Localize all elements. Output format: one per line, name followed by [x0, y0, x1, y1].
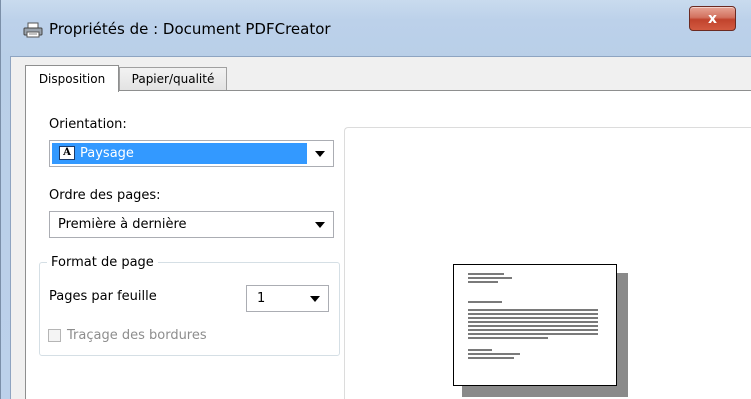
- preview-text-line: [468, 325, 598, 327]
- preview-text-line: [468, 281, 498, 283]
- preview-text-line: [468, 349, 492, 351]
- preview-text-line: [468, 321, 598, 323]
- preview-text-line: [468, 301, 502, 303]
- pages-per-sheet-value: 1: [257, 291, 266, 306]
- close-button[interactable]: x: [689, 6, 736, 31]
- tab-papier-qualite[interactable]: Papier/qualité: [119, 67, 227, 90]
- border-checkbox[interactable]: [48, 329, 61, 342]
- preview-text-line: [468, 329, 598, 331]
- chevron-down-icon[interactable]: [315, 151, 325, 157]
- preview-text-line: [468, 333, 598, 335]
- tab-disposition[interactable]: Disposition: [25, 65, 119, 92]
- orientation-value: Paysage: [80, 146, 134, 161]
- preview-text-line: [468, 337, 548, 339]
- landscape-orientation-icon: A: [59, 146, 75, 160]
- pages-per-sheet-select[interactable]: 1: [246, 285, 329, 312]
- orientation-select[interactable]: A Paysage: [49, 140, 334, 167]
- preview-text-line: [468, 357, 514, 359]
- page-order-value: Première à dernière: [58, 217, 187, 232]
- window-title: Propriétés de : Document PDFCreator: [49, 20, 331, 38]
- preview-text-line: [468, 273, 504, 275]
- page-order-label: Ordre des pages:: [49, 188, 161, 203]
- dialog-window: Propriétés de : Document PDFCreator x Di…: [0, 0, 751, 399]
- title-bar[interactable]: Propriétés de : Document PDFCreator x: [1, 0, 751, 56]
- preview-text-line: [468, 317, 598, 319]
- printer-icon: [23, 22, 43, 38]
- page-order-select[interactable]: Première à dernière: [49, 211, 334, 238]
- chevron-down-icon[interactable]: [310, 296, 320, 302]
- orientation-label: Orientation:: [49, 117, 127, 132]
- close-icon: x: [707, 10, 718, 27]
- preview-text-line: [468, 309, 598, 311]
- preview-text-line: [468, 313, 598, 315]
- chevron-down-icon[interactable]: [315, 222, 325, 228]
- page-format-title: Format de page: [47, 255, 158, 270]
- page-preview-thumbnail: [453, 264, 617, 386]
- pages-per-sheet-label: Pages par feuille: [49, 289, 157, 304]
- preview-text-line: [468, 353, 520, 355]
- border-checkbox-label: Traçage des bordures: [67, 328, 207, 343]
- preview-text-line: [468, 277, 512, 279]
